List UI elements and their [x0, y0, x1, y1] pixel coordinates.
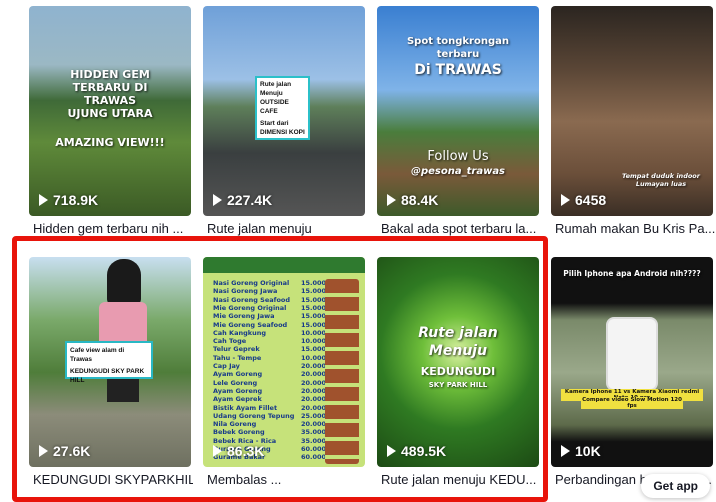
video-caption[interactable]: Rumah makan Bu Kris Pa...: [555, 221, 715, 236]
play-icon: [561, 445, 570, 457]
overlay-text: terbaru: [436, 49, 480, 60]
play-icon: [213, 194, 222, 206]
overlay-text: HIDDEN GEM: [70, 68, 150, 81]
overlay-text: Rute jalan: [260, 81, 292, 88]
play-icon: [39, 194, 48, 206]
overlay-text: Compare video Slow Motion 120 fps: [581, 397, 683, 409]
overlay-text: OUTSIDE CAFE: [260, 99, 289, 115]
highlight-box: [12, 236, 548, 502]
view-count: 6458: [561, 192, 606, 208]
view-count: 88.4K: [387, 192, 438, 208]
overlay-text: Lumayan luas: [635, 180, 687, 188]
overlay-text: Di TRAWAS: [414, 62, 502, 78]
view-count: 718.9K: [39, 192, 98, 208]
video-caption[interactable]: Hidden gem terbaru nih ...: [33, 221, 193, 236]
view-count: 10K: [561, 443, 601, 459]
view-count: 227.4K: [213, 192, 272, 208]
overlay-text: TERBARU DI: [72, 81, 148, 94]
video-thumbnail[interactable]: Tempat duduk indoor Lumayan luas 6458: [551, 6, 713, 216]
play-icon: [387, 194, 396, 206]
overlay-text: @pesona_trawas: [410, 166, 506, 177]
video-caption[interactable]: Bakal ada spot terbaru la...: [381, 221, 541, 236]
video-caption[interactable]: Rute jalan menuju: [207, 221, 367, 236]
overlay-text: Spot tongkrongan: [406, 36, 510, 47]
video-thumbnail[interactable]: HIDDEN GEM TERBARU DI TRAWAS UJUNG UTARA…: [29, 6, 191, 216]
video-thumbnail[interactable]: Rute jalan Menuju OUTSIDE CAFE Start dar…: [203, 6, 365, 216]
overlay-text: UJUNG UTARA: [67, 107, 153, 120]
video-thumbnail[interactable]: Pilih Iphone apa Android nih???? Kamera …: [551, 257, 713, 467]
overlay-text: TRAWAS: [83, 94, 137, 107]
overlay-text: Start dari: [260, 120, 289, 127]
overlay-text: Tempat duduk indoor: [622, 172, 700, 180]
overlay-text: Follow Us: [427, 149, 489, 164]
overlay-text: AMAZING VIEW!!!: [55, 136, 165, 149]
overlay-text: Pilih Iphone apa Android nih????: [563, 269, 701, 278]
overlay-text: Menuju: [260, 90, 283, 97]
play-icon: [561, 194, 570, 206]
overlay-text: DIMENSI KOPI: [260, 129, 305, 136]
get-app-button[interactable]: Get app: [641, 474, 710, 498]
video-thumbnail[interactable]: Spot tongkrongan terbaru Di TRAWAS Follo…: [377, 6, 539, 216]
